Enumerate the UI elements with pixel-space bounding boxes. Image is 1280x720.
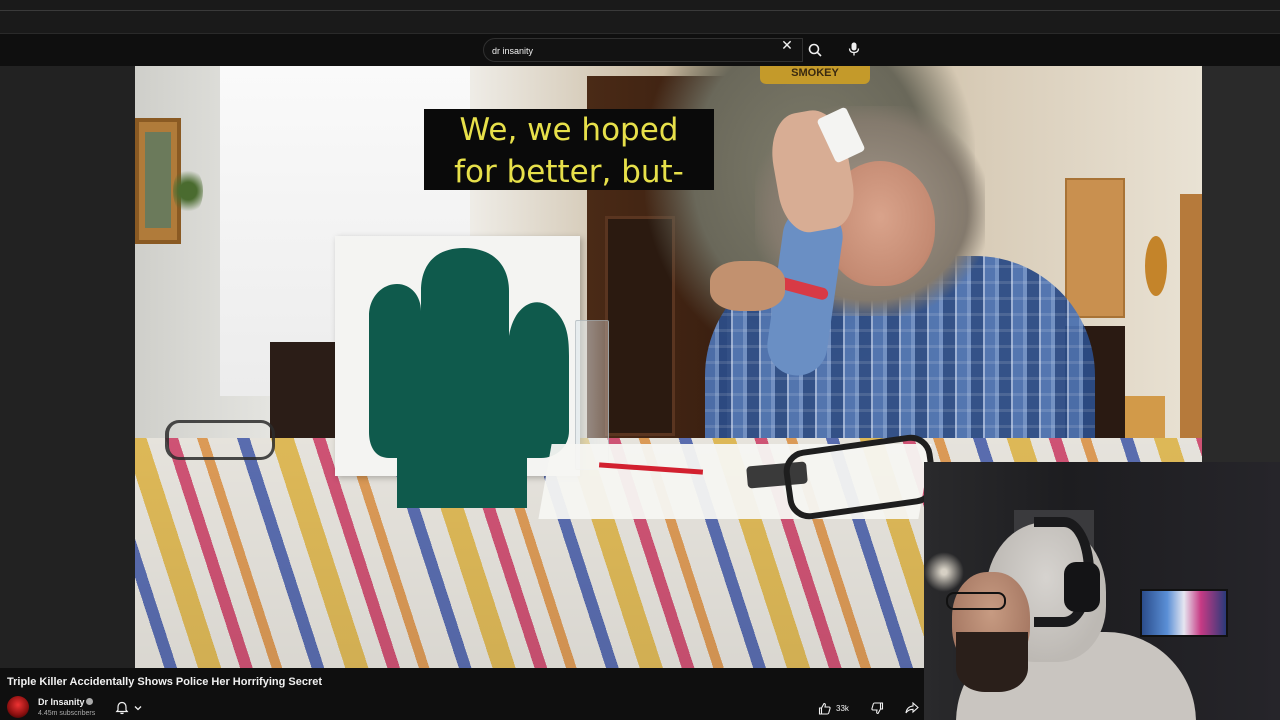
caption-line-2: for better, but-	[454, 154, 684, 190]
webcam-overlay	[924, 462, 1280, 720]
man-hand	[710, 261, 785, 311]
dislike-button[interactable]	[868, 699, 886, 717]
share-button[interactable]	[902, 699, 922, 717]
channel-name[interactable]: Dr Insanity	[38, 697, 85, 707]
kitchen-cabinet	[1065, 178, 1125, 318]
thumbs-down-icon	[870, 701, 883, 714]
verified-icon	[86, 698, 93, 705]
hat-text: SMOKEY	[791, 67, 839, 79]
search-box[interactable]	[483, 38, 803, 62]
like-count: 33k	[836, 703, 849, 713]
bell-icon	[115, 701, 129, 715]
subscriber-count: 4.45m subscribers	[38, 710, 96, 717]
mic-icon[interactable]	[843, 38, 865, 60]
cactus-ornament	[369, 248, 569, 508]
ranger-hat: SMOKEY	[760, 66, 870, 84]
streamer-glasses	[946, 592, 1006, 610]
wall-icon-picture	[1145, 236, 1167, 296]
channel-avatar[interactable]	[7, 696, 29, 718]
plant	[173, 166, 203, 216]
search-input[interactable]	[492, 43, 762, 59]
eyeglasses-left	[165, 420, 275, 460]
top-bar	[0, 34, 1280, 66]
thumbs-up-icon	[818, 702, 831, 715]
webcam-tv	[1140, 589, 1228, 637]
like-button[interactable]: 33k	[818, 699, 849, 717]
chevron-down-icon	[134, 706, 142, 711]
left-gutter	[0, 66, 135, 668]
streamer-beard	[956, 632, 1028, 692]
right-gutter	[1202, 66, 1280, 462]
search-icon[interactable]	[803, 38, 827, 62]
notification-bell-button[interactable]	[115, 699, 151, 717]
divider	[0, 10, 1280, 11]
webcam-lamp	[924, 552, 964, 592]
share-icon	[905, 702, 919, 714]
video-title: Triple Killer Accidentally Shows Police …	[7, 676, 323, 688]
close-icon[interactable]: ✕	[779, 37, 795, 53]
caption-box: We, we hoped for better, but-	[424, 109, 714, 190]
video-info-bar: Triple Killer Accidentally Shows Police …	[0, 668, 924, 720]
caption-line-1: We, we hoped	[459, 112, 679, 148]
browser-chrome	[0, 0, 1280, 34]
headphone-earcup	[1064, 562, 1100, 612]
